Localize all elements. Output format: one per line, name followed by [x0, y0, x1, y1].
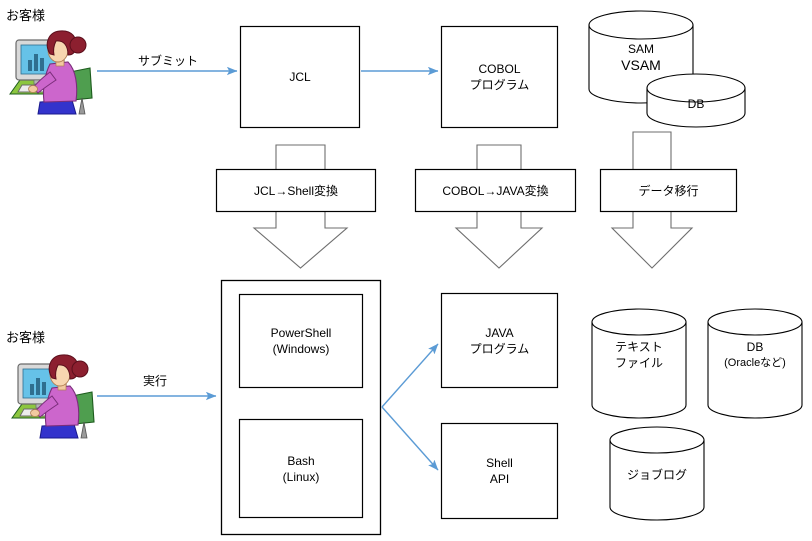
job-log-cylinder[interactable]: [609, 426, 705, 521]
data-migration-box[interactable]: [599, 168, 738, 213]
arrow-shell-to-shellapi: [381, 406, 439, 471]
diagram-shapes: [9, 10, 803, 536]
text-file-cylinder[interactable]: [591, 308, 687, 419]
edge-label-execute-text: 実行: [142, 374, 167, 388]
cobol-to-java-box[interactable]: [414, 168, 577, 213]
db-oracle-cylinder[interactable]: [707, 308, 803, 419]
jcl-to-shell-box[interactable]: [215, 168, 377, 213]
customer-bottom-label: お客様: [6, 330, 45, 346]
edge-label-submit-text: サブミット: [137, 54, 198, 68]
diagram-canvas: お客様 お客様 サブミット 実行 JCL COBOL プログラム SAM VSA…: [0, 0, 812, 541]
bash-box[interactable]: [238, 418, 364, 519]
arrow-shell-to-java: [381, 343, 439, 408]
customer-bottom-clipart: [11, 354, 95, 439]
edge-label-submit: サブミット: [110, 54, 226, 69]
customer-top-label: お客様: [6, 8, 45, 24]
java-program-box[interactable]: [440, 292, 559, 389]
cobol-program-box[interactable]: [440, 25, 559, 129]
db-legacy-cylinder[interactable]: [646, 73, 746, 128]
customer-bottom-label-text: お客様: [6, 330, 46, 345]
customer-top-clipart: [9, 30, 93, 115]
jcl-box[interactable]: [239, 25, 361, 129]
shell-api-box[interactable]: [440, 422, 559, 520]
edge-label-execute: 実行: [100, 374, 210, 389]
customer-top-label-text: お客様: [6, 8, 46, 23]
powershell-box[interactable]: [238, 293, 364, 389]
